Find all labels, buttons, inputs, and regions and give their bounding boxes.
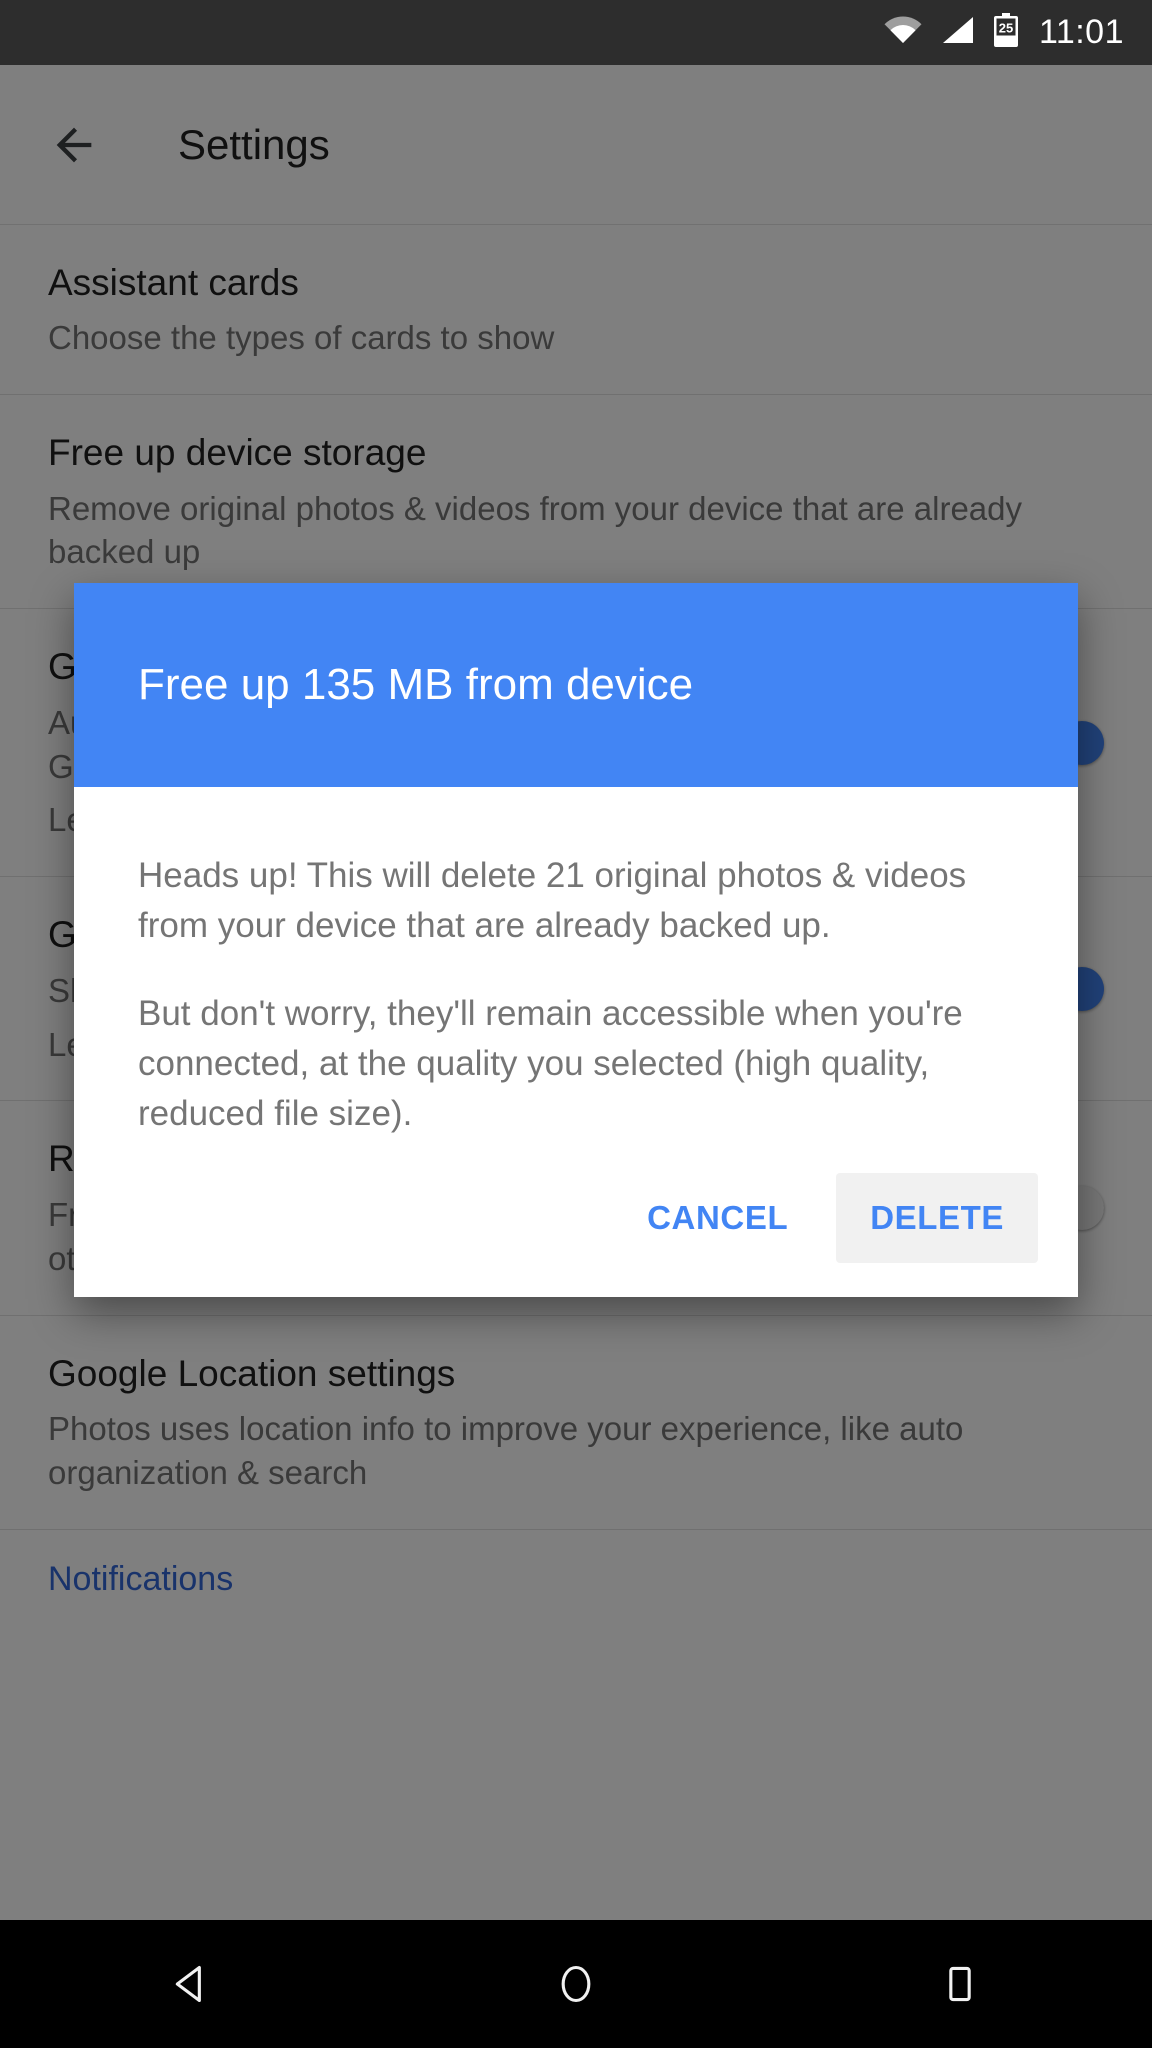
system-navigation-bar (0, 1920, 1152, 2048)
nav-home-circle-icon[interactable] (476, 1920, 676, 2048)
status-bar-clock: 11:01 (1038, 13, 1124, 51)
cancel-button[interactable]: CANCEL (613, 1173, 822, 1263)
free-up-storage-dialog: Free up 135 MB from device Heads up! Thi… (74, 583, 1078, 1298)
svg-text:25: 25 (999, 21, 1013, 36)
delete-button[interactable]: DELETE (836, 1173, 1038, 1264)
nav-back-triangle-icon[interactable] (92, 1920, 292, 2048)
dialog-title: Free up 135 MB from device (138, 659, 694, 709)
battery-icon: 25 (993, 13, 1019, 52)
dialog-actions: CANCEL DELETE (74, 1139, 1078, 1297)
dialog-paragraph-2: But don't worry, they'll remain accessib… (138, 994, 963, 1134)
dialog-body: Heads up! This will delete 21 original p… (74, 787, 1078, 1139)
wifi-icon (883, 15, 923, 50)
status-bar: 25 11:01 (0, 0, 1152, 65)
dialog-header: Free up 135 MB from device (74, 583, 1078, 787)
dialog-paragraph-1: Heads up! This will delete 21 original p… (138, 856, 967, 946)
status-bar-icons: 25 (883, 13, 1019, 52)
cellular-signal-icon (940, 15, 976, 50)
phone-screen: 25 11:01 Settings Assistant cards Choose… (0, 0, 1152, 2048)
nav-recents-square-icon[interactable] (860, 1920, 1060, 2048)
